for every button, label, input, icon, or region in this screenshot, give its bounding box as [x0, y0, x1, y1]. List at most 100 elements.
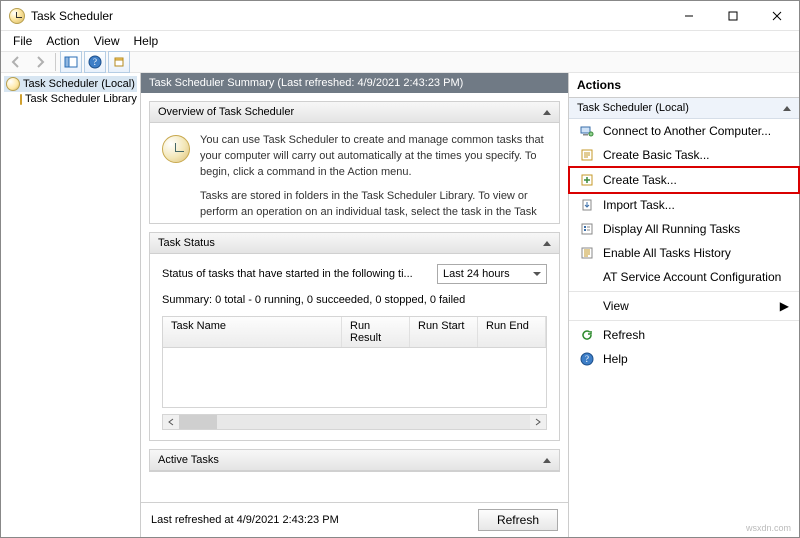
refresh-button[interactable]: Refresh: [478, 509, 558, 531]
folder-icon: [20, 94, 22, 105]
close-button[interactable]: [755, 1, 799, 31]
action-label: Display All Running Tasks: [603, 222, 740, 236]
menu-help[interactable]: Help: [128, 32, 165, 50]
action-label: Create Task...: [603, 173, 677, 187]
action-label: View: [603, 299, 629, 313]
actions-divider: [569, 291, 799, 292]
panel-task-status-header[interactable]: Task Status: [150, 233, 559, 254]
chevron-up-icon: [543, 110, 551, 115]
actions-scope-label: Task Scheduler (Local): [577, 102, 689, 114]
import-icon: [579, 197, 595, 213]
menubar: File Action View Help: [1, 31, 799, 51]
titlebar: Task Scheduler: [1, 1, 799, 31]
newwindow-button[interactable]: [108, 51, 130, 73]
tree-root-label: Task Scheduler (Local): [23, 78, 135, 90]
scroll-left-icon[interactable]: [163, 415, 179, 429]
computer-icon: [579, 123, 595, 139]
task-status-filter-dropdown[interactable]: Last 24 hours: [437, 264, 547, 284]
footer-row: Last refreshed at 4/9/2021 2:43:23 PM Re…: [141, 502, 568, 537]
chevron-up-icon: [543, 241, 551, 246]
toolbar-separator: [55, 53, 56, 71]
view-icon: [579, 298, 595, 314]
tree-pane: Task Scheduler (Local) Task Scheduler Li…: [1, 73, 141, 537]
action-at-service[interactable]: AT Service Account Configuration: [569, 265, 799, 289]
chevron-up-icon: [783, 106, 791, 111]
col-task-name[interactable]: Task Name: [163, 317, 342, 347]
tree-library-label: Task Scheduler Library: [25, 93, 137, 105]
action-label: Connect to Another Computer...: [603, 124, 771, 138]
menu-view[interactable]: View: [88, 32, 126, 50]
chevron-down-icon: [533, 272, 541, 276]
chevron-up-icon: [543, 458, 551, 463]
action-enable-history[interactable]: Enable All Tasks History: [569, 241, 799, 265]
tree-root[interactable]: Task Scheduler (Local): [4, 76, 137, 92]
overview-para1: You can use Task Scheduler to create and…: [200, 133, 547, 181]
task-grid-body: [163, 348, 546, 407]
minimize-button[interactable]: [667, 1, 711, 31]
actions-pane: Actions Task Scheduler (Local) Connect t…: [569, 73, 799, 537]
big-clock-icon: [162, 135, 190, 163]
action-label: AT Service Account Configuration: [603, 270, 781, 284]
last-refreshed-label: Last refreshed at 4/9/2021 2:43:23 PM: [151, 514, 339, 526]
help-toolbar-button[interactable]: ?: [84, 51, 106, 73]
panel-overview-header[interactable]: Overview of Task Scheduler: [150, 102, 559, 123]
window-title: Task Scheduler: [31, 9, 667, 23]
tree-library[interactable]: Task Scheduler Library: [4, 92, 137, 106]
toolbar: ?: [1, 51, 799, 73]
panel-active-tasks: Active Tasks: [149, 449, 560, 472]
create-task-icon: [579, 172, 595, 188]
scroll-track[interactable]: [179, 415, 530, 429]
back-button[interactable]: [5, 51, 27, 73]
basic-task-icon: [579, 147, 595, 163]
refresh-icon: [579, 327, 595, 343]
actions-title: Actions: [569, 73, 799, 98]
action-create-task[interactable]: Create Task...: [569, 167, 799, 193]
panel-active-tasks-header[interactable]: Active Tasks: [150, 450, 559, 471]
task-grid-header: Task Name Run Result Run Start Run End: [163, 317, 546, 348]
help-icon: ?: [579, 351, 595, 367]
col-run-start[interactable]: Run Start: [410, 317, 478, 347]
panel-task-status: Task Status Status of tasks that have st…: [149, 232, 560, 441]
panel-overview-title: Overview of Task Scheduler: [158, 106, 294, 118]
actions-divider: [569, 320, 799, 321]
scroll-thumb[interactable]: [179, 415, 217, 429]
overview-para2: Tasks are stored in folders in the Task …: [200, 189, 547, 223]
chevron-right-icon: ▶: [780, 299, 789, 313]
task-grid: Task Name Run Result Run Start Run End: [162, 316, 547, 408]
action-label: Refresh: [603, 328, 645, 342]
action-connect-computer[interactable]: Connect to Another Computer...: [569, 119, 799, 143]
showpane-button[interactable]: [60, 51, 82, 73]
panel-overview: Overview of Task Scheduler You can use T…: [149, 101, 560, 224]
service-icon: [579, 269, 595, 285]
col-run-end[interactable]: Run End: [478, 317, 546, 347]
scroll-right-icon[interactable]: [530, 415, 546, 429]
panel-active-tasks-title: Active Tasks: [158, 454, 219, 466]
actions-scope-header[interactable]: Task Scheduler (Local): [569, 98, 799, 119]
action-refresh[interactable]: Refresh: [569, 323, 799, 347]
svg-text:?: ?: [585, 354, 589, 364]
svg-text:?: ?: [93, 57, 97, 67]
forward-button[interactable]: [29, 51, 51, 73]
center-body: Overview of Task Scheduler You can use T…: [141, 93, 568, 502]
menu-file[interactable]: File: [7, 32, 38, 50]
action-label: Help: [603, 352, 628, 366]
menu-action[interactable]: Action: [40, 32, 85, 50]
main-area: Task Scheduler (Local) Task Scheduler Li…: [1, 73, 799, 537]
task-status-filter-label: Status of tasks that have started in the…: [162, 268, 427, 280]
action-label: Import Task...: [603, 198, 675, 212]
action-help[interactable]: ? Help: [569, 347, 799, 371]
action-create-basic-task[interactable]: Create Basic Task...: [569, 143, 799, 167]
action-view[interactable]: View ▶: [569, 294, 799, 318]
running-tasks-icon: [579, 221, 595, 237]
window-controls: [667, 1, 799, 31]
history-icon: [579, 245, 595, 261]
task-status-summary: Summary: 0 total - 0 running, 0 succeede…: [150, 294, 559, 316]
center-pane: Task Scheduler Summary (Last refreshed: …: [141, 73, 569, 537]
summary-header: Task Scheduler Summary (Last refreshed: …: [141, 73, 568, 93]
horizontal-scrollbar[interactable]: [162, 414, 547, 430]
action-import-task[interactable]: Import Task...: [569, 193, 799, 217]
action-label: Create Basic Task...: [603, 148, 710, 162]
maximize-button[interactable]: [711, 1, 755, 31]
col-run-result[interactable]: Run Result: [342, 317, 410, 347]
action-display-running[interactable]: Display All Running Tasks: [569, 217, 799, 241]
